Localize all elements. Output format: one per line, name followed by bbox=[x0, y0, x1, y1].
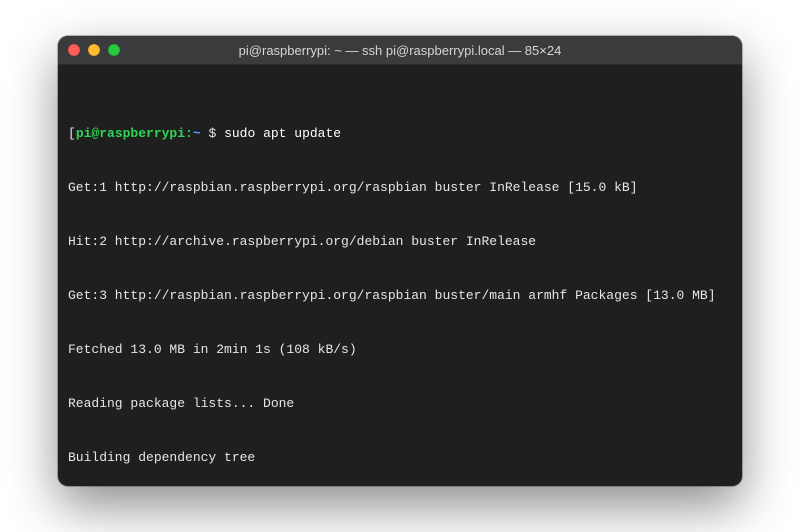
output-line: Fetched 13.0 MB in 2min 1s (108 kB/s) bbox=[68, 341, 732, 359]
prompt-user: pi@raspberrypi bbox=[76, 126, 185, 141]
prompt-symbol: $ bbox=[201, 126, 224, 141]
window-title: pi@raspberrypi: ~ — ssh pi@raspberrypi.l… bbox=[58, 43, 742, 58]
output-line: Get:3 http://raspbian.raspberrypi.org/ra… bbox=[68, 287, 732, 305]
close-icon[interactable] bbox=[68, 44, 80, 56]
titlebar[interactable]: pi@raspberrypi: ~ — ssh pi@raspberrypi.l… bbox=[58, 36, 742, 65]
output-line: Building dependency tree bbox=[68, 449, 732, 467]
terminal-viewport[interactable]: [pi@raspberrypi:~ $ sudo apt update Get:… bbox=[58, 65, 742, 486]
output-line: Get:1 http://raspbian.raspberrypi.org/ra… bbox=[68, 179, 732, 197]
prompt-line: [pi@raspberrypi:~ $ sudo apt update bbox=[68, 125, 732, 143]
output-line: Hit:2 http://archive.raspberrypi.org/deb… bbox=[68, 233, 732, 251]
terminal-window: pi@raspberrypi: ~ — ssh pi@raspberrypi.l… bbox=[58, 36, 742, 486]
prompt-path: ~ bbox=[193, 126, 201, 141]
command: sudo apt update bbox=[224, 126, 341, 141]
zoom-icon[interactable] bbox=[108, 44, 120, 56]
prompt-sep: : bbox=[185, 126, 193, 141]
minimize-icon[interactable] bbox=[88, 44, 100, 56]
bracket-open: [ bbox=[68, 126, 76, 141]
output-line: Reading package lists... Done bbox=[68, 395, 732, 413]
traffic-lights bbox=[68, 44, 120, 56]
